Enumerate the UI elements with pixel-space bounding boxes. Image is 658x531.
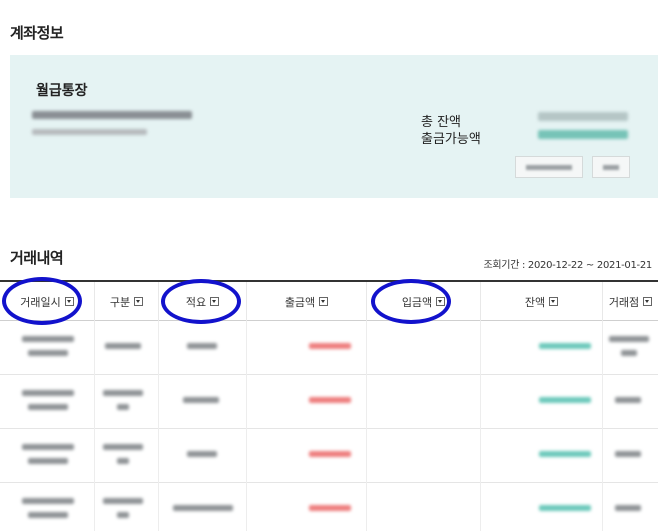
- dropdown-icon[interactable]: [549, 297, 559, 306]
- account-number-redacted: [32, 111, 192, 119]
- cell-deposit: [366, 375, 480, 429]
- column-header-type[interactable]: 구분: [94, 282, 158, 321]
- account-detail-redacted: [32, 129, 147, 135]
- column-label: 거래일시: [20, 295, 61, 309]
- cell-type-redacted: [94, 429, 158, 483]
- cell-balance-redacted: [480, 483, 602, 531]
- column-label: 구분: [109, 295, 131, 309]
- table-row[interactable]: [0, 375, 658, 429]
- account-action-button-1[interactable]: [515, 156, 583, 178]
- cell-balance-redacted: [480, 429, 602, 483]
- cell-memo-redacted: [158, 375, 246, 429]
- column-label: 출금액: [284, 295, 316, 309]
- column-header-deposit[interactable]: 입금액: [366, 282, 480, 321]
- cell-type-redacted: [94, 483, 158, 531]
- transactions-table: 거래일시 구분 적요 출금액 입금액 잔액 거래점: [0, 280, 658, 531]
- cell-branch-redacted: [602, 483, 658, 531]
- total-balance-value-redacted: [538, 112, 628, 121]
- column-header-withdrawal[interactable]: 출금액: [246, 282, 366, 321]
- cell-branch-redacted: [602, 321, 658, 375]
- dropdown-icon[interactable]: [134, 297, 144, 306]
- dropdown-icon[interactable]: [436, 297, 446, 306]
- cell-withdrawal-redacted: [246, 375, 366, 429]
- account-name: 월급통장: [36, 83, 88, 99]
- table-row[interactable]: [0, 483, 658, 531]
- cell-withdrawal-redacted: [246, 483, 366, 531]
- dropdown-icon[interactable]: [643, 297, 653, 306]
- column-header-branch[interactable]: 거래점: [602, 282, 658, 321]
- cell-type-redacted: [94, 375, 158, 429]
- cell-datetime-redacted: [0, 375, 94, 429]
- cell-deposit: [366, 429, 480, 483]
- column-header-balance[interactable]: 잔액: [480, 282, 602, 321]
- inquiry-period: 조회기간 : 2020-12-22 ~ 2021-01-21: [483, 260, 653, 271]
- column-label: 입금액: [401, 295, 433, 309]
- column-label: 잔액: [524, 295, 546, 309]
- cell-datetime-redacted: [0, 483, 94, 531]
- account-info-title: 계좌정보: [10, 24, 64, 42]
- cell-withdrawal-redacted: [246, 429, 366, 483]
- dropdown-icon[interactable]: [64, 297, 74, 306]
- column-header-datetime[interactable]: 거래일시: [0, 282, 94, 321]
- column-label: 적요: [185, 295, 207, 309]
- cell-type-redacted: [94, 321, 158, 375]
- account-info-panel: 월급통장 총 잔액 출금가능액: [10, 55, 658, 198]
- cell-datetime-redacted: [0, 321, 94, 375]
- cell-balance-redacted: [480, 375, 602, 429]
- cell-branch-redacted: [602, 429, 658, 483]
- table-row[interactable]: [0, 321, 658, 375]
- cell-memo-redacted: [158, 429, 246, 483]
- dropdown-icon[interactable]: [210, 297, 220, 306]
- account-action-button-2[interactable]: [592, 156, 630, 178]
- cell-datetime-redacted: [0, 429, 94, 483]
- table-header: 거래일시 구분 적요 출금액 입금액 잔액 거래점: [0, 280, 658, 321]
- column-label: 거래점: [608, 295, 640, 309]
- cell-memo-redacted: [158, 321, 246, 375]
- cell-withdrawal-redacted: [246, 321, 366, 375]
- available-amount-value-redacted: [538, 130, 628, 139]
- cell-memo-redacted: [158, 483, 246, 531]
- dropdown-icon[interactable]: [319, 297, 329, 306]
- table-row[interactable]: [0, 429, 658, 483]
- transactions-title: 거래내역: [10, 249, 64, 267]
- cell-balance-redacted: [480, 321, 602, 375]
- cell-branch-redacted: [602, 375, 658, 429]
- cell-deposit: [366, 321, 480, 375]
- available-amount-label: 출금가능액: [421, 132, 481, 147]
- cell-deposit: [366, 483, 480, 531]
- column-header-memo[interactable]: 적요: [158, 282, 246, 321]
